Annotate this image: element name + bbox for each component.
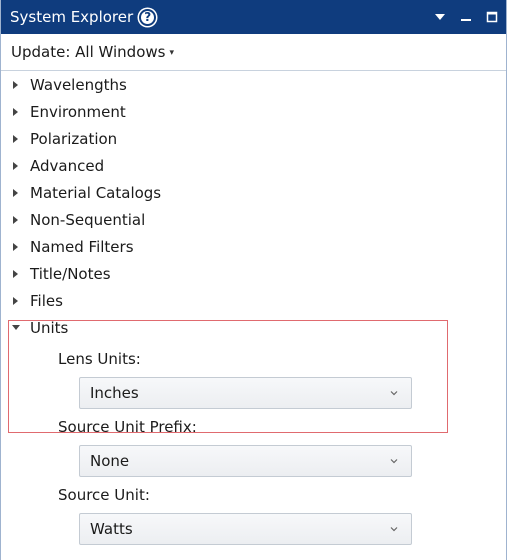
help-icon[interactable]: ?	[139, 8, 157, 26]
tree-item-wavelengths[interactable]: Wavelengths	[1, 71, 506, 98]
expand-arrow-icon	[13, 215, 18, 224]
minimize-icon[interactable]	[460, 11, 472, 23]
tree-item-label: Environment	[30, 102, 126, 121]
chevron-down-icon	[390, 459, 398, 464]
window-title: System Explorer	[10, 8, 134, 26]
tree-item-units[interactable]: Units	[1, 314, 506, 341]
expand-arrow-icon	[13, 161, 18, 170]
expand-arrow-icon	[13, 188, 18, 197]
tree-item-material-catalogs[interactable]: Material Catalogs	[1, 179, 506, 206]
expand-arrow-icon	[13, 134, 18, 143]
caret-down-icon: ▾	[169, 48, 174, 58]
dropdown-icon[interactable]	[434, 11, 446, 23]
expand-arrow-icon	[13, 80, 18, 89]
tree-item-title-notes[interactable]: Title/Notes	[1, 260, 506, 287]
tree-item-files[interactable]: Files	[1, 287, 506, 314]
tree-item-advanced[interactable]: Advanced	[1, 152, 506, 179]
chevron-down-icon	[390, 391, 398, 396]
expand-arrow-icon	[13, 242, 18, 251]
tree-item-named-filters[interactable]: Named Filters	[1, 233, 506, 260]
source-unit-label: Source Unit:	[58, 486, 150, 504]
tree-item-label: Polarization	[30, 129, 118, 148]
expand-arrow-icon	[13, 269, 18, 278]
tree-item-label: Files	[30, 291, 63, 310]
tree-item-non-sequential[interactable]: Non-Sequential	[1, 206, 506, 233]
maximize-icon[interactable]	[486, 11, 498, 23]
tree-item-label: Named Filters	[30, 237, 134, 256]
tree-item-label: Non-Sequential	[30, 210, 146, 229]
source-unit-prefix-select[interactable]: None	[79, 445, 412, 477]
lens-units-select[interactable]: Inches	[79, 377, 412, 409]
tree-item-label: Advanced	[30, 156, 105, 175]
update-dropdown[interactable]: Update: All Windows ▾	[1, 34, 506, 71]
collapse-arrow-icon	[12, 325, 20, 330]
tree-item-label: Material Catalogs	[30, 183, 162, 202]
tree-item-polarization[interactable]: Polarization	[1, 125, 506, 152]
update-label: Update: All Windows	[11, 43, 166, 61]
lens-units-label: Lens Units:	[58, 350, 141, 368]
source-unit-value: Watts	[90, 520, 133, 538]
settings-tree: Wavelengths Environment Polarization Adv…	[1, 71, 506, 545]
title-bar: System Explorer ?	[1, 0, 506, 34]
expand-arrow-icon	[13, 296, 18, 305]
tree-item-label: Title/Notes	[30, 264, 111, 283]
tree-item-environment[interactable]: Environment	[1, 98, 506, 125]
source-unit-prefix-label: Source Unit Prefix:	[58, 418, 197, 436]
chevron-down-icon	[390, 527, 398, 532]
lens-units-value: Inches	[90, 384, 139, 402]
source-unit-prefix-value: None	[90, 452, 130, 470]
tree-item-label: Units	[30, 318, 69, 337]
tree-item-label: Wavelengths	[30, 75, 127, 94]
expand-arrow-icon	[13, 107, 18, 116]
units-settings: Lens Units: Inches Source Unit Prefix: N…	[1, 341, 506, 545]
source-unit-select[interactable]: Watts	[79, 513, 412, 545]
window-controls	[434, 0, 498, 34]
system-explorer-panel: System Explorer ? Update: All Windows ▾ …	[0, 0, 507, 560]
